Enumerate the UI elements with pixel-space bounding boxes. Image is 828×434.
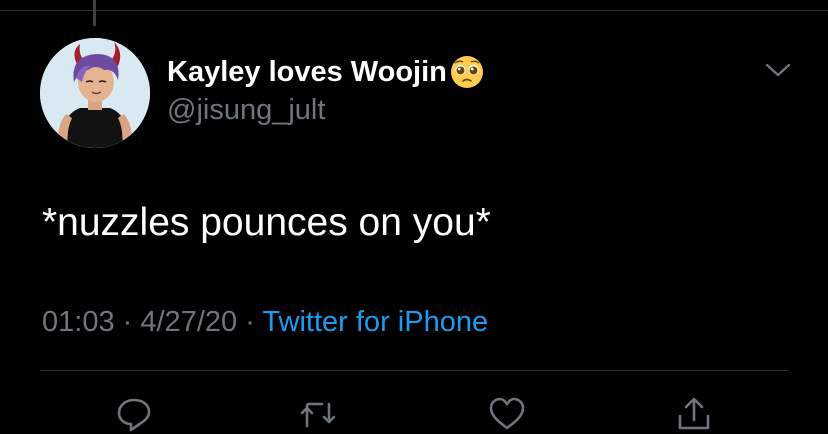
avatar-illustration <box>40 38 150 148</box>
tweet-text: *nuzzles pounces on you* <box>42 201 491 244</box>
top-divider <box>0 10 828 11</box>
share-button[interactable] <box>674 394 714 434</box>
reply-icon <box>117 398 151 432</box>
tweet-date[interactable]: 4/27/20 <box>140 306 237 338</box>
tweet-time[interactable]: 01:03 <box>42 306 115 338</box>
tweet-metadata: 01:03 · 4/27/20 · Twitter for iPhone <box>42 305 488 339</box>
retweet-button[interactable] <box>298 394 338 434</box>
meta-separator: · <box>122 306 133 338</box>
author-display-name-row[interactable]: Kayley loves Woojin <box>167 54 485 90</box>
chevron-down-icon[interactable] <box>764 58 792 82</box>
author-handle[interactable]: @jisung_jult <box>167 93 325 127</box>
actions-divider <box>40 370 788 371</box>
retweet-icon <box>300 402 336 428</box>
share-icon <box>678 397 710 430</box>
meta-separator: · <box>245 306 255 338</box>
like-icon <box>489 397 525 430</box>
reply-button[interactable] <box>114 394 154 434</box>
pleading-face-emoji-icon <box>449 54 485 90</box>
avatar[interactable] <box>40 38 150 148</box>
like-button[interactable] <box>487 394 527 434</box>
tweet-source-link[interactable]: Twitter for iPhone <box>262 306 488 338</box>
thread-connector-line <box>93 0 96 26</box>
author-display-name[interactable]: Kayley loves Woojin <box>167 55 447 89</box>
